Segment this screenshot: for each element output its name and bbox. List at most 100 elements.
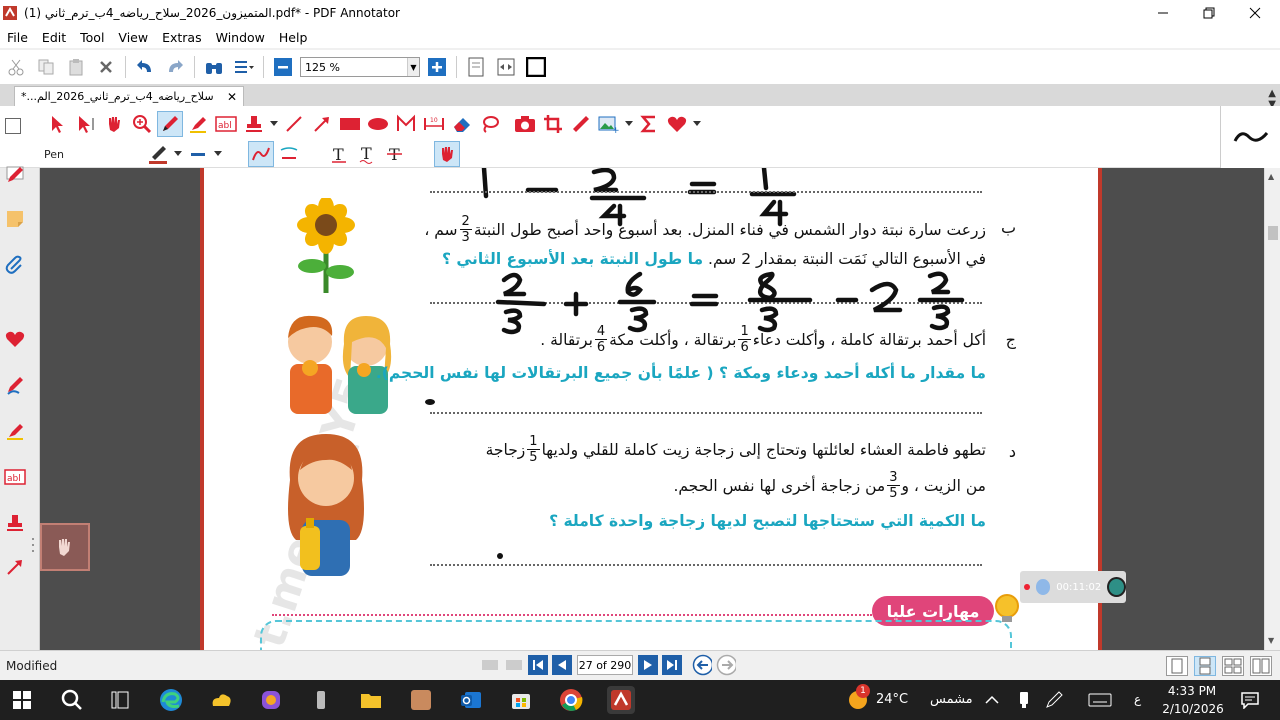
stamp-tool[interactable] xyxy=(241,111,267,137)
favorite-pen-button[interactable] xyxy=(434,141,460,167)
highlighter-tool[interactable] xyxy=(185,111,211,137)
scroll-down-icon[interactable]: ▼ xyxy=(1268,636,1274,645)
notifications-button[interactable] xyxy=(1236,686,1264,714)
snapshot-tool[interactable] xyxy=(512,111,538,137)
edge-taskbar-button[interactable] xyxy=(157,686,185,714)
zoom-out-button[interactable] xyxy=(271,55,295,79)
splitter-grip-icon[interactable] xyxy=(31,536,35,554)
crop-tool[interactable] xyxy=(540,111,566,137)
text-strikeout-button[interactable]: T xyxy=(383,141,409,167)
auto-straighten-toggle[interactable] xyxy=(276,141,302,167)
text-tool[interactable]: abl xyxy=(213,111,239,137)
copilot-taskbar-button[interactable] xyxy=(257,686,285,714)
zoom-select[interactable]: 125 % ▼ xyxy=(300,57,420,77)
line-tool[interactable] xyxy=(281,111,307,137)
menu-window[interactable]: Window xyxy=(209,30,272,45)
sidebar-stamp[interactable] xyxy=(4,512,26,534)
paste-button[interactable] xyxy=(64,55,88,79)
sidebar-favorites[interactable] xyxy=(4,328,26,350)
task-view-button[interactable] xyxy=(106,686,134,714)
pen-color-dropdown[interactable] xyxy=(173,141,183,167)
full-screen-button[interactable] xyxy=(524,55,548,79)
ruler-tool[interactable] xyxy=(568,111,594,137)
tool-panel-checkbox[interactable] xyxy=(5,118,21,134)
undo-button[interactable] xyxy=(133,55,157,79)
sidebar-arrow[interactable] xyxy=(4,556,26,578)
copy-button[interactable] xyxy=(34,55,58,79)
sidebar-active-tool[interactable] xyxy=(40,523,90,571)
file-explorer-taskbar-button[interactable] xyxy=(357,686,385,714)
sidebar-text[interactable]: abl xyxy=(4,466,26,488)
scroll-up-icon[interactable]: ▲ xyxy=(1268,172,1274,181)
close-tab-icon[interactable]: ✕ xyxy=(227,90,237,104)
go-forward-button[interactable] xyxy=(716,654,736,676)
last-page-button[interactable] xyxy=(662,655,682,675)
stop-recording-button[interactable] xyxy=(1107,577,1126,597)
menu-tool[interactable]: Tool xyxy=(73,30,111,45)
search-button[interactable] xyxy=(58,686,86,714)
sidebar-attach[interactable] xyxy=(4,254,26,276)
previous-view-button[interactable] xyxy=(480,655,500,675)
restore-button[interactable] xyxy=(1186,0,1232,26)
continuous-view-button[interactable] xyxy=(1194,656,1216,676)
fit-width-button[interactable] xyxy=(494,55,518,79)
menu-help[interactable]: Help xyxy=(272,30,315,45)
menu-extras[interactable]: Extras xyxy=(155,30,209,45)
delete-button[interactable] xyxy=(94,55,118,79)
menu-view[interactable]: View xyxy=(111,30,155,45)
pdf-page[interactable]: t.me/G5_Y5 xyxy=(200,168,1102,650)
minimize-button[interactable] xyxy=(1140,0,1186,26)
ellipse-tool[interactable] xyxy=(365,111,391,137)
sidebar-pen-blue[interactable] xyxy=(4,374,26,396)
app-taskbar-button-3[interactable] xyxy=(407,686,435,714)
document-tab[interactable]: *...سلاح_رياضه_4ب_ترم_ثاني_2026_الم ✕ xyxy=(14,86,244,106)
line-width-dropdown[interactable] xyxy=(213,141,223,167)
select-text-tool[interactable] xyxy=(73,111,99,137)
sidebar-highlighter[interactable] xyxy=(4,420,26,442)
close-window-button[interactable] xyxy=(1232,0,1278,26)
single-page-view-button[interactable] xyxy=(1166,656,1188,676)
sum-tool[interactable] xyxy=(636,111,662,137)
zoom-tool[interactable] xyxy=(129,111,155,137)
pause-recording-button[interactable] xyxy=(1035,579,1051,595)
line-width-button[interactable] xyxy=(185,141,211,167)
store-taskbar-button[interactable] xyxy=(507,686,535,714)
two-page-view-button[interactable] xyxy=(1250,656,1272,676)
text-underline-button[interactable]: T xyxy=(355,141,381,167)
polygon-tool[interactable] xyxy=(393,111,419,137)
favorites-dropdown[interactable] xyxy=(692,111,702,137)
clock-time[interactable]: 4:33 PM xyxy=(1165,684,1219,698)
app-taskbar-button-1[interactable] xyxy=(207,686,235,714)
cut-button[interactable] xyxy=(4,55,28,79)
page-number-field[interactable]: 27 of 290 xyxy=(577,655,633,675)
clock-date[interactable]: 2/10/2026 xyxy=(1160,702,1226,716)
menu-edit[interactable]: Edit xyxy=(35,30,73,45)
tray-usb-icon-button[interactable] xyxy=(1010,686,1038,714)
stamp-dropdown[interactable] xyxy=(269,111,279,137)
touch-keyboard-button[interactable] xyxy=(1086,686,1114,714)
favorites-tool[interactable] xyxy=(664,111,690,137)
select-tool[interactable] xyxy=(45,111,71,137)
properties-dropdown[interactable] xyxy=(232,55,256,79)
sidebar-pen-red[interactable] xyxy=(4,164,26,186)
next-view-button[interactable] xyxy=(504,655,524,675)
vertical-scrollbar[interactable]: ▲ ▼ xyxy=(1264,168,1280,650)
facing-view-button[interactable] xyxy=(1222,656,1244,676)
first-page-button[interactable] xyxy=(528,655,548,675)
pdf-annotator-taskbar-button[interactable] xyxy=(607,686,635,714)
smooth-pen-toggle[interactable] xyxy=(248,141,274,167)
next-page-button[interactable] xyxy=(638,655,658,675)
image-dropdown[interactable] xyxy=(624,111,634,137)
sidebar-note[interactable] xyxy=(4,208,26,230)
start-button[interactable] xyxy=(8,686,36,714)
eraser-tool[interactable] xyxy=(449,111,475,137)
text-style-button[interactable]: T xyxy=(327,141,353,167)
input-language[interactable]: ع xyxy=(1134,692,1141,706)
pen-color-button[interactable] xyxy=(145,141,171,167)
find-button[interactable] xyxy=(202,55,226,79)
tray-pen-button[interactable] xyxy=(1040,686,1068,714)
hand-tool[interactable] xyxy=(101,111,127,137)
rectangle-tool[interactable] xyxy=(337,111,363,137)
fit-page-button[interactable] xyxy=(464,55,488,79)
show-hidden-icons-button[interactable] xyxy=(978,686,1006,714)
